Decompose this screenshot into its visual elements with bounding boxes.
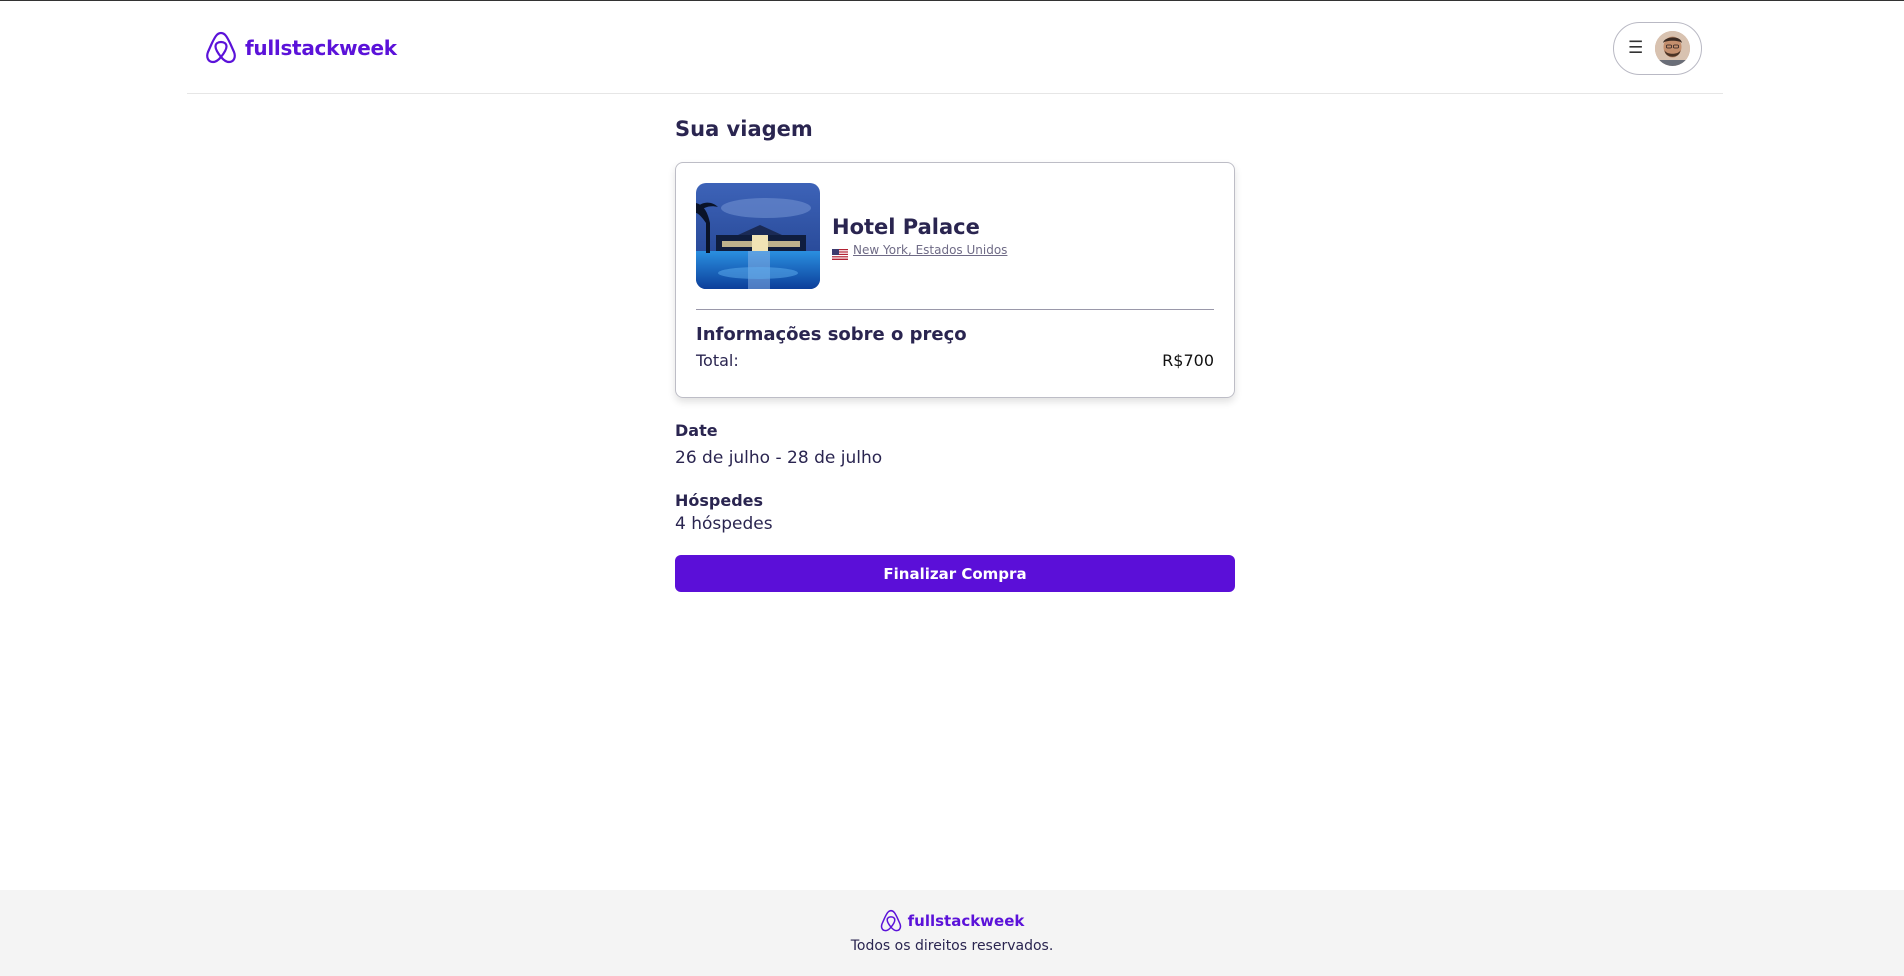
user-menu-button[interactable]: ☰ [1613, 22, 1702, 75]
avatar [1655, 31, 1691, 66]
hotel-location-link[interactable]: New York, Estados Unidos [853, 243, 1007, 257]
price-total-row: Total: R$700 [696, 351, 1214, 370]
menu-icon: ☰ [1628, 38, 1644, 58]
date-value: 26 de julho - 28 de julho [675, 448, 883, 468]
site-header: fullstackweek ☰ [187, 1, 1723, 94]
finalize-purchase-button[interactable]: Finalizar Compra [675, 555, 1235, 592]
total-value: R$700 [1162, 351, 1214, 370]
date-label: Date [675, 421, 718, 440]
site-footer: fullstackweek Todos os direitos reservad… [0, 890, 1904, 976]
total-label: Total: [696, 351, 739, 370]
guests-value: 4 hóspedes [675, 514, 773, 534]
us-flag-icon [832, 245, 848, 260]
page-title: Sua viagem [675, 117, 813, 141]
card-divider [696, 309, 1214, 310]
trip-card: Hotel Palace New York, Estados Unidos In… [675, 162, 1235, 398]
guests-label: Hóspedes [675, 491, 764, 510]
price-info-title: Informações sobre o preço [696, 324, 967, 345]
footer-logo[interactable]: fullstackweek [0, 909, 1904, 933]
brand-name: fullstackweek [245, 36, 397, 60]
footer-brand-name: fullstackweek [907, 912, 1025, 930]
airbnb-logo-icon [880, 909, 901, 932]
hotel-info: Hotel Palace New York, Estados Unidos [696, 183, 1214, 289]
hotel-image [696, 183, 820, 289]
brand-logo[interactable]: fullstackweek [205, 31, 397, 65]
hotel-name: Hotel Palace [832, 215, 980, 239]
airbnb-logo-icon [206, 31, 236, 64]
trip-summary: Sua viagem Hotel Palace New York, Estado… [675, 117, 1235, 592]
hotel-text: Hotel Palace New York, Estados Unidos [832, 215, 1007, 260]
copyright-text: Todos os direitos reservados. [850, 938, 1054, 954]
hotel-location: New York, Estados Unidos [832, 243, 1007, 260]
